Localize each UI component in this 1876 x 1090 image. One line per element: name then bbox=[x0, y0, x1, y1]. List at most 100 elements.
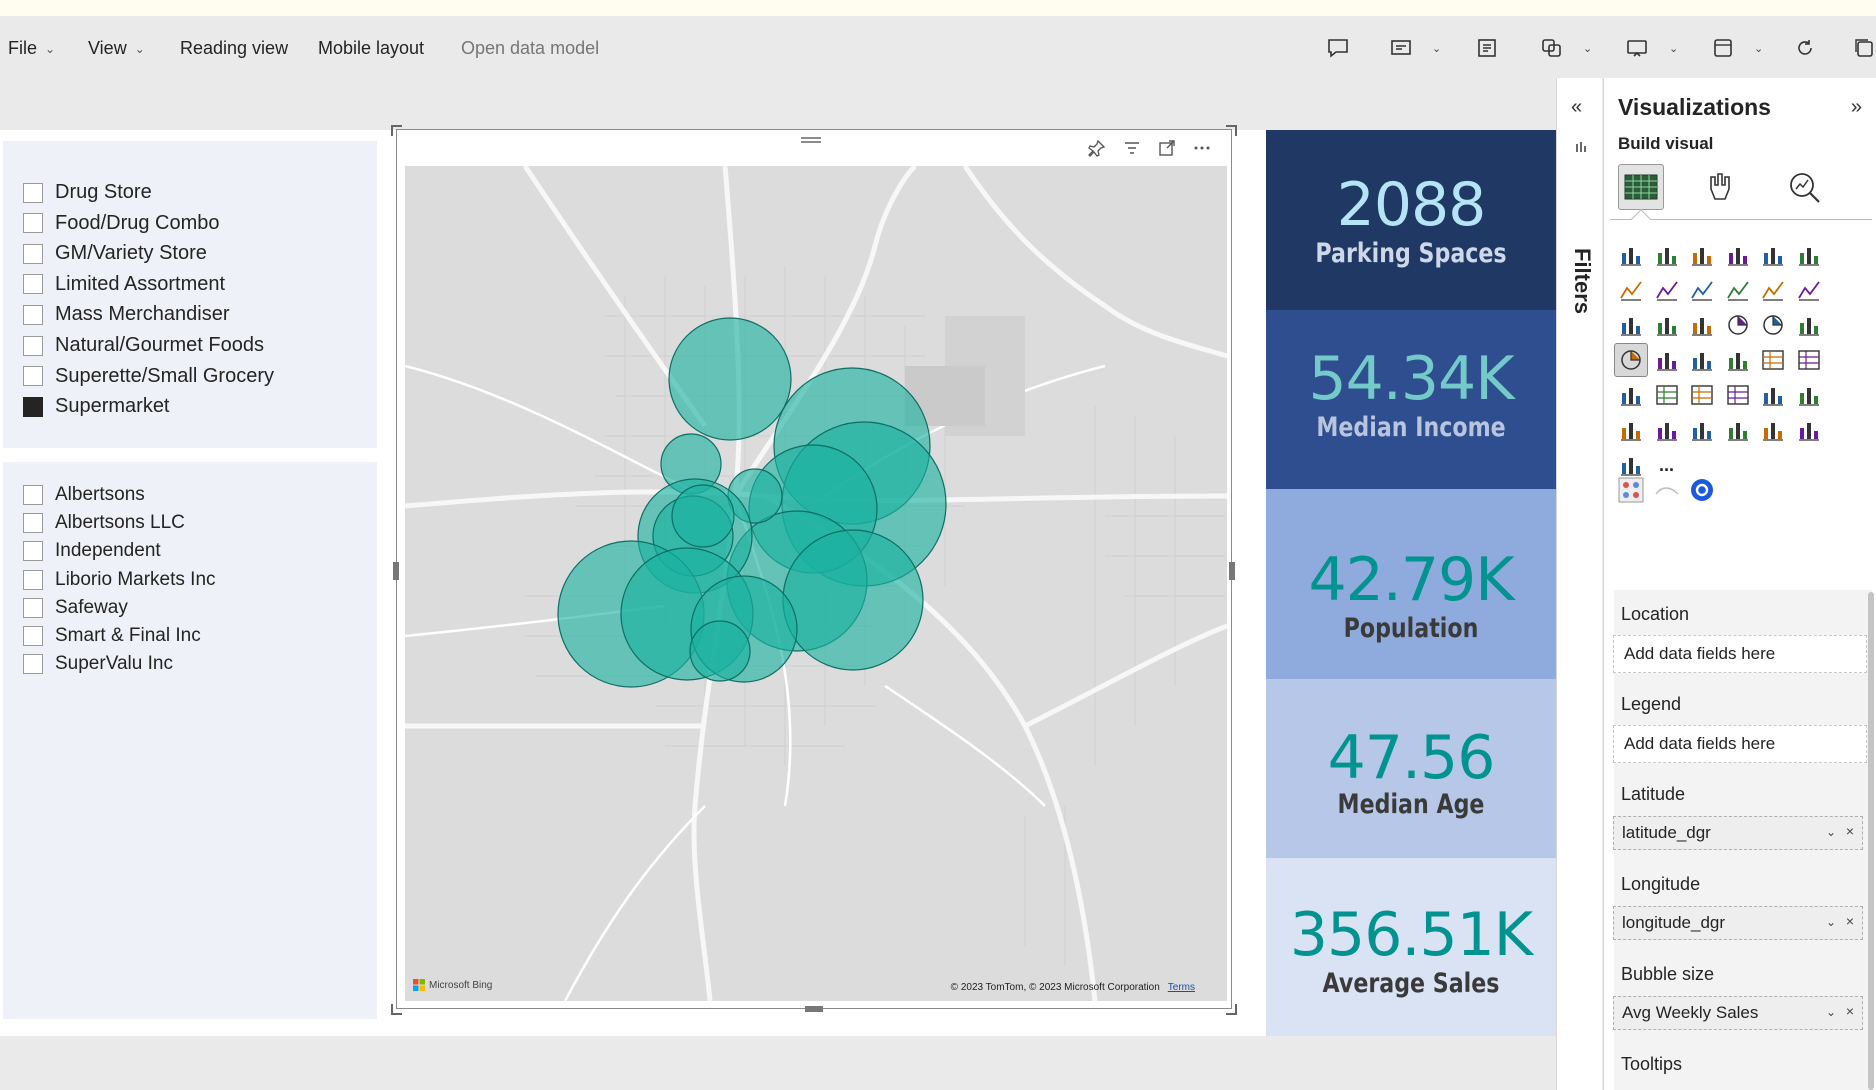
comment-icon[interactable] bbox=[1324, 34, 1352, 62]
focus-mode-icon[interactable] bbox=[1155, 136, 1179, 160]
ribbon-chart-icon[interactable] bbox=[1792, 273, 1826, 307]
chevron-down-icon[interactable]: ⌄ bbox=[1826, 1005, 1836, 1019]
window-icon[interactable] bbox=[1850, 34, 1876, 62]
resize-handle[interactable] bbox=[391, 1002, 403, 1015]
slicer-option[interactable]: Independent bbox=[23, 540, 161, 562]
checkbox[interactable] bbox=[23, 569, 43, 590]
kpi-card[interactable]: 356.51K Average Sales bbox=[1266, 858, 1556, 1036]
longitude-field-pill[interactable]: longitude_dgr ⌄ × bbox=[1613, 906, 1863, 940]
more-options-icon[interactable] bbox=[1190, 136, 1214, 160]
expand-right-icon[interactable]: » bbox=[1851, 96, 1862, 119]
line-chart-icon[interactable] bbox=[1614, 273, 1648, 307]
filter-icon[interactable] bbox=[1120, 136, 1144, 160]
map-visual[interactable]: Microsoft Bing © 2023 TomTom, © 2023 Mic… bbox=[391, 125, 1237, 1015]
chevron-down-icon[interactable]: ⌄ bbox=[1826, 915, 1836, 929]
build-visual-tab[interactable] bbox=[1618, 164, 1664, 210]
slicer-option[interactable]: GM/Variety Store bbox=[23, 242, 207, 265]
checkbox[interactable] bbox=[23, 597, 43, 618]
remove-field-icon[interactable]: × bbox=[1846, 1003, 1854, 1019]
decomposition-tree-icon[interactable] bbox=[1792, 378, 1826, 412]
azure-map-icon[interactable] bbox=[1685, 343, 1719, 377]
slicer-option[interactable]: Safeway bbox=[23, 597, 128, 619]
slicer-icon[interactable] bbox=[1650, 378, 1684, 412]
map-bubble[interactable] bbox=[782, 529, 924, 671]
100-stacked-bar-chart-icon[interactable] bbox=[1756, 238, 1790, 272]
filters-pane-title[interactable]: Filters bbox=[1569, 248, 1595, 314]
terms-link[interactable]: Terms bbox=[1168, 982, 1195, 993]
resize-handle[interactable] bbox=[1225, 1002, 1237, 1015]
smart-narrative-icon[interactable] bbox=[1650, 413, 1684, 447]
resize-handle[interactable] bbox=[805, 1006, 823, 1012]
legend-drop-zone[interactable]: Add data fields here bbox=[1613, 725, 1867, 763]
line-column-chart-icon[interactable] bbox=[1721, 273, 1755, 307]
reading-view-button[interactable]: Reading view bbox=[180, 38, 288, 59]
chevron-down-icon[interactable]: ⌄ bbox=[1669, 42, 1678, 55]
checkbox[interactable] bbox=[23, 243, 43, 264]
mobile-layout-button[interactable]: Mobile layout bbox=[318, 38, 424, 59]
analytics-tab[interactable] bbox=[1782, 164, 1828, 210]
custom-visual-decor-icon[interactable] bbox=[1650, 473, 1684, 507]
stacked-bar-chart-icon[interactable] bbox=[1614, 238, 1648, 272]
location-drop-zone[interactable]: Add data fields here bbox=[1613, 635, 1867, 673]
donut-chart-icon[interactable] bbox=[1756, 308, 1790, 342]
collapse-left-icon[interactable]: « bbox=[1571, 96, 1582, 119]
latitude-field-pill[interactable]: latitude_dgr ⌄ × bbox=[1613, 816, 1863, 850]
checkbox[interactable] bbox=[23, 182, 43, 203]
present-icon[interactable] bbox=[1623, 34, 1651, 62]
card-icon[interactable] bbox=[1756, 343, 1790, 377]
checkbox[interactable] bbox=[23, 366, 43, 387]
power-apps-icon[interactable] bbox=[1792, 413, 1826, 447]
kpi-card[interactable]: 47.56 Median Age bbox=[1266, 679, 1556, 858]
arcgis-map-icon[interactable] bbox=[1756, 413, 1790, 447]
format-visual-tab[interactable] bbox=[1698, 164, 1744, 210]
qa-icon[interactable] bbox=[1614, 413, 1648, 447]
slicer-option[interactable]: Smart & Final Inc bbox=[23, 625, 201, 647]
stacked-column-chart-icon[interactable] bbox=[1650, 238, 1684, 272]
checkbox-checked[interactable] bbox=[23, 396, 43, 417]
chevron-down-icon[interactable]: ⌄ bbox=[1754, 42, 1763, 55]
filled-map-icon[interactable] bbox=[1650, 343, 1684, 377]
resize-handle[interactable] bbox=[1229, 562, 1235, 580]
chevron-down-icon[interactable]: ⌄ bbox=[1583, 42, 1592, 55]
refresh-icon[interactable] bbox=[1791, 34, 1819, 62]
kpi-card[interactable]: 2088 Parking Spaces bbox=[1266, 130, 1556, 310]
chevron-down-icon[interactable]: ⌄ bbox=[1432, 42, 1441, 55]
checkbox[interactable] bbox=[23, 485, 43, 505]
line-clustered-column-chart-icon[interactable] bbox=[1756, 273, 1790, 307]
file-menu[interactable]: File ⌄ bbox=[8, 38, 55, 59]
100-stacked-column-chart-icon[interactable] bbox=[1792, 238, 1826, 272]
checkbox[interactable] bbox=[23, 213, 43, 234]
checkbox[interactable] bbox=[23, 274, 43, 295]
resize-handle[interactable] bbox=[391, 124, 403, 136]
waterfall-chart-icon[interactable] bbox=[1614, 308, 1648, 342]
matrix-icon[interactable] bbox=[1721, 378, 1755, 412]
checkbox[interactable] bbox=[23, 513, 43, 534]
slicer-option[interactable]: Albertsons LLC bbox=[23, 512, 185, 534]
remove-field-icon[interactable]: × bbox=[1846, 823, 1854, 839]
clustered-bar-chart-icon[interactable] bbox=[1685, 238, 1719, 272]
wells-scrollbar[interactable] bbox=[1868, 592, 1874, 1090]
treemap-icon[interactable] bbox=[1792, 308, 1826, 342]
multi-row-card-icon[interactable] bbox=[1792, 343, 1826, 377]
table-icon[interactable] bbox=[1685, 378, 1719, 412]
slicer-option[interactable]: SuperValu Inc bbox=[23, 653, 173, 675]
notes-icon[interactable] bbox=[1473, 34, 1501, 62]
slicer-option[interactable]: Natural/Gourmet Foods bbox=[23, 334, 264, 357]
pie-chart-icon[interactable] bbox=[1721, 308, 1755, 342]
slicer-option[interactable]: Superette/Small Grocery bbox=[23, 365, 274, 388]
bubble-size-field-pill[interactable]: Avg Weekly Sales ⌄ × bbox=[1613, 996, 1863, 1030]
custom-visual-circle-icon[interactable] bbox=[1685, 473, 1719, 507]
slicer-option[interactable]: Supermarket bbox=[23, 395, 170, 418]
remove-field-icon[interactable]: × bbox=[1846, 913, 1854, 929]
resize-handle[interactable] bbox=[393, 562, 399, 580]
checkbox[interactable] bbox=[23, 304, 43, 325]
checkbox[interactable] bbox=[23, 541, 43, 562]
slicer-option[interactable]: Limited Assortment bbox=[23, 273, 225, 296]
slicer-option[interactable]: Food/Drug Combo bbox=[23, 212, 220, 235]
kpi-icon[interactable] bbox=[1614, 378, 1648, 412]
map-bubble[interactable] bbox=[668, 317, 792, 441]
custom-visual-grid-icon[interactable] bbox=[1614, 473, 1648, 507]
filters-pane[interactable]: « Filters bbox=[1556, 78, 1602, 1090]
layout-icon[interactable] bbox=[1709, 34, 1737, 62]
kpi-card[interactable]: 42.79K Population bbox=[1266, 489, 1556, 679]
